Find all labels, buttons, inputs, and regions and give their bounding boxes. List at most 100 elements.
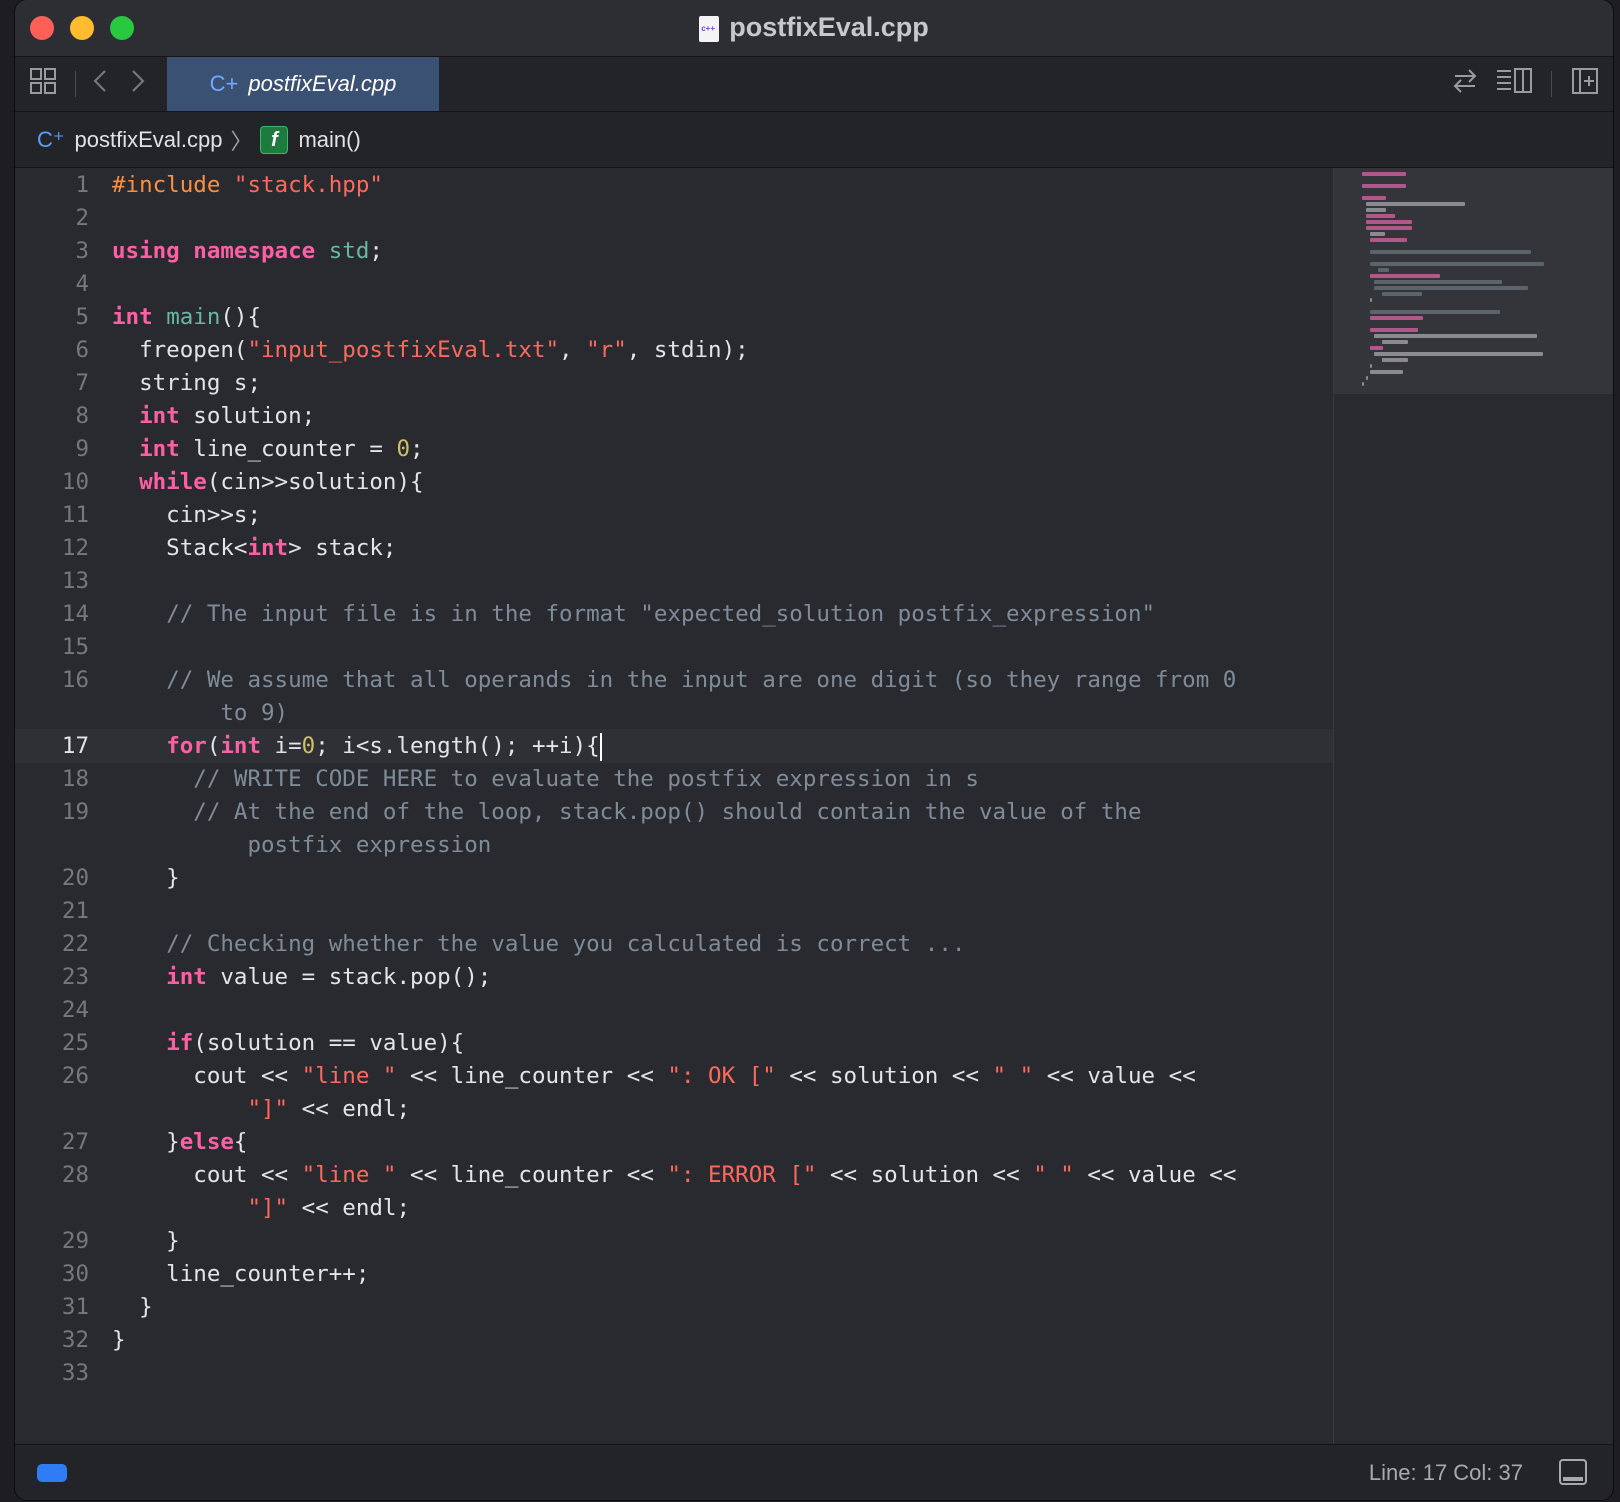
- code-line[interactable]: 25 if(solution == value){: [15, 1026, 1333, 1060]
- code-line[interactable]: 21: [15, 894, 1333, 928]
- cpp-file-icon: c++: [699, 15, 720, 42]
- code-line[interactable]: 32}: [15, 1323, 1333, 1357]
- code-line[interactable]: 7 string s;: [15, 366, 1333, 400]
- minimap-line: [1370, 298, 1373, 302]
- line-number: 13: [61, 568, 89, 594]
- back-icon[interactable]: [91, 67, 111, 102]
- line-number: 22: [61, 931, 89, 957]
- code-line[interactable]: 18 // WRITE CODE HERE to evaluate the po…: [15, 762, 1333, 796]
- code-text: // Checking whether the value you calcul…: [166, 931, 966, 957]
- code-line[interactable]: 23 int value = stack.pop();: [15, 960, 1333, 994]
- code-text: }: [112, 1327, 126, 1353]
- code-text: // We assume that all operands in the in…: [166, 667, 1237, 693]
- minimap-line: [1374, 280, 1502, 284]
- code-line[interactable]: 13: [15, 564, 1333, 598]
- code-line[interactable]: 22 // Checking whether the value you cal…: [15, 927, 1333, 961]
- minimap-line: [1374, 286, 1528, 290]
- cpp-file-icon: C⁺: [37, 126, 65, 152]
- code-text: }: [112, 1294, 153, 1320]
- code-line[interactable]: 15: [15, 630, 1333, 664]
- swap-icon[interactable]: [1451, 67, 1479, 102]
- code-text: string s;: [112, 370, 262, 396]
- code-text: postfix expression: [112, 832, 492, 858]
- line-number: 17: [61, 733, 89, 759]
- code-line[interactable]: 14 // The input file is in the format "e…: [15, 597, 1333, 631]
- code-line[interactable]: 28 cout << "line " << line_counter << ":…: [15, 1158, 1333, 1192]
- code-line[interactable]: 24: [15, 993, 1333, 1027]
- code-line[interactable]: 4: [15, 267, 1333, 301]
- code-line[interactable]: 29 }: [15, 1224, 1333, 1258]
- code-line[interactable]: 17 for(int i=0; i<s.length(); ++i){: [15, 729, 1333, 763]
- add-editor-icon[interactable]: [1571, 67, 1599, 102]
- minimap-line: [1374, 352, 1544, 356]
- line-number: 27: [61, 1129, 89, 1155]
- line-number: 6: [75, 337, 89, 363]
- code-line[interactable]: 11 cin>>s;: [15, 498, 1333, 532]
- code-line[interactable]: 10 while(cin>>solution){: [15, 465, 1333, 499]
- minimap-line: [1366, 214, 1395, 218]
- minimap-line: [1382, 292, 1422, 296]
- grid-icon[interactable]: [29, 67, 57, 102]
- code-line[interactable]: 16 // We assume that all operands in the…: [15, 663, 1333, 697]
- minimap-line: [1370, 364, 1373, 368]
- line-number: 19: [61, 799, 89, 825]
- minimap-line: [1370, 250, 1531, 254]
- line-number: 9: [75, 436, 89, 462]
- code-line[interactable]: 33: [15, 1356, 1333, 1390]
- line-number: 2: [75, 205, 89, 231]
- line-number: 10: [61, 469, 89, 495]
- code-line[interactable]: 5 int main(){: [15, 300, 1333, 334]
- code-line[interactable]: "]" << endl;: [15, 1191, 1333, 1225]
- code-text: using namespace std;: [112, 238, 383, 264]
- code-line[interactable]: 1 #include "stack.hpp": [15, 168, 1333, 202]
- code-text: "]" << endl;: [247, 1096, 411, 1122]
- code-line[interactable]: 30 line_counter++;: [15, 1257, 1333, 1291]
- line-number: 21: [61, 898, 89, 924]
- code-line[interactable]: 31 }: [15, 1290, 1333, 1324]
- code-editor[interactable]: 1 #include "stack.hpp" 2 3 using namespace s…: [15, 168, 1333, 1444]
- minimap-line: [1374, 334, 1537, 338]
- code-line[interactable]: 2: [15, 201, 1333, 235]
- line-number: 26: [61, 1063, 89, 1089]
- code-line[interactable]: 12 Stack<int> stack;: [15, 531, 1333, 565]
- code-line[interactable]: postfix expression: [15, 828, 1333, 862]
- inspector-icon[interactable]: [1495, 67, 1535, 102]
- code-text: }: [112, 1228, 180, 1254]
- tab-bar: C+ postfixEval.cpp: [15, 57, 1613, 112]
- minimap-line: [1370, 316, 1423, 320]
- forward-icon[interactable]: [127, 67, 147, 102]
- code-line[interactable]: to 9): [15, 696, 1333, 730]
- cpp-file-icon: C+: [209, 71, 239, 96]
- code-line[interactable]: 9 int line_counter = 0;: [15, 432, 1333, 466]
- window-title-group: c++ postfixEval.cpp: [15, 12, 1613, 43]
- breakpoint-toggle-icon[interactable]: [37, 1464, 67, 1482]
- minimap-line: [1362, 382, 1365, 386]
- minimap-line: [1370, 310, 1500, 314]
- line-number: 25: [61, 1030, 89, 1056]
- bottom-panel-icon[interactable]: [1559, 1459, 1587, 1485]
- code-line[interactable]: 20 }: [15, 861, 1333, 895]
- code-text: cout << "line " << line_counter << ": ER…: [112, 1162, 1237, 1188]
- code-text: if(solution == value){: [166, 1030, 465, 1056]
- code-line[interactable]: 6 freopen("input_postfixEval.txt", "r", …: [15, 333, 1333, 367]
- line-number: 8: [75, 403, 89, 429]
- tab-postfixeval[interactable]: C+ postfixEval.cpp: [167, 57, 439, 111]
- minimap-line: [1370, 328, 1419, 332]
- minimap-line: [1370, 238, 1408, 242]
- code-text: "]" << endl;: [247, 1195, 411, 1221]
- code-line[interactable]: 27 }else{: [15, 1125, 1333, 1159]
- minimap-line: [1382, 340, 1409, 344]
- code-line[interactable]: 19 // At the end of the loop, stack.pop(…: [15, 795, 1333, 829]
- code-text: int main(){: [112, 304, 262, 330]
- cursor-position: Line: 17 Col: 37: [1368, 1460, 1523, 1485]
- code-line[interactable]: 3 using namespace std;: [15, 234, 1333, 268]
- breadcrumb-file[interactable]: postfixEval.cpp: [75, 127, 223, 153]
- code-line[interactable]: "]" << endl;: [15, 1092, 1333, 1126]
- code-line[interactable]: 8 int solution;: [15, 399, 1333, 433]
- line-number: 23: [61, 964, 89, 990]
- minimap[interactable]: [1333, 168, 1613, 1444]
- line-number: 16: [61, 667, 89, 693]
- code-line[interactable]: 26 cout << "line " << line_counter << ":…: [15, 1059, 1333, 1093]
- line-number: 24: [61, 997, 89, 1023]
- breadcrumb-symbol[interactable]: main(): [298, 127, 360, 153]
